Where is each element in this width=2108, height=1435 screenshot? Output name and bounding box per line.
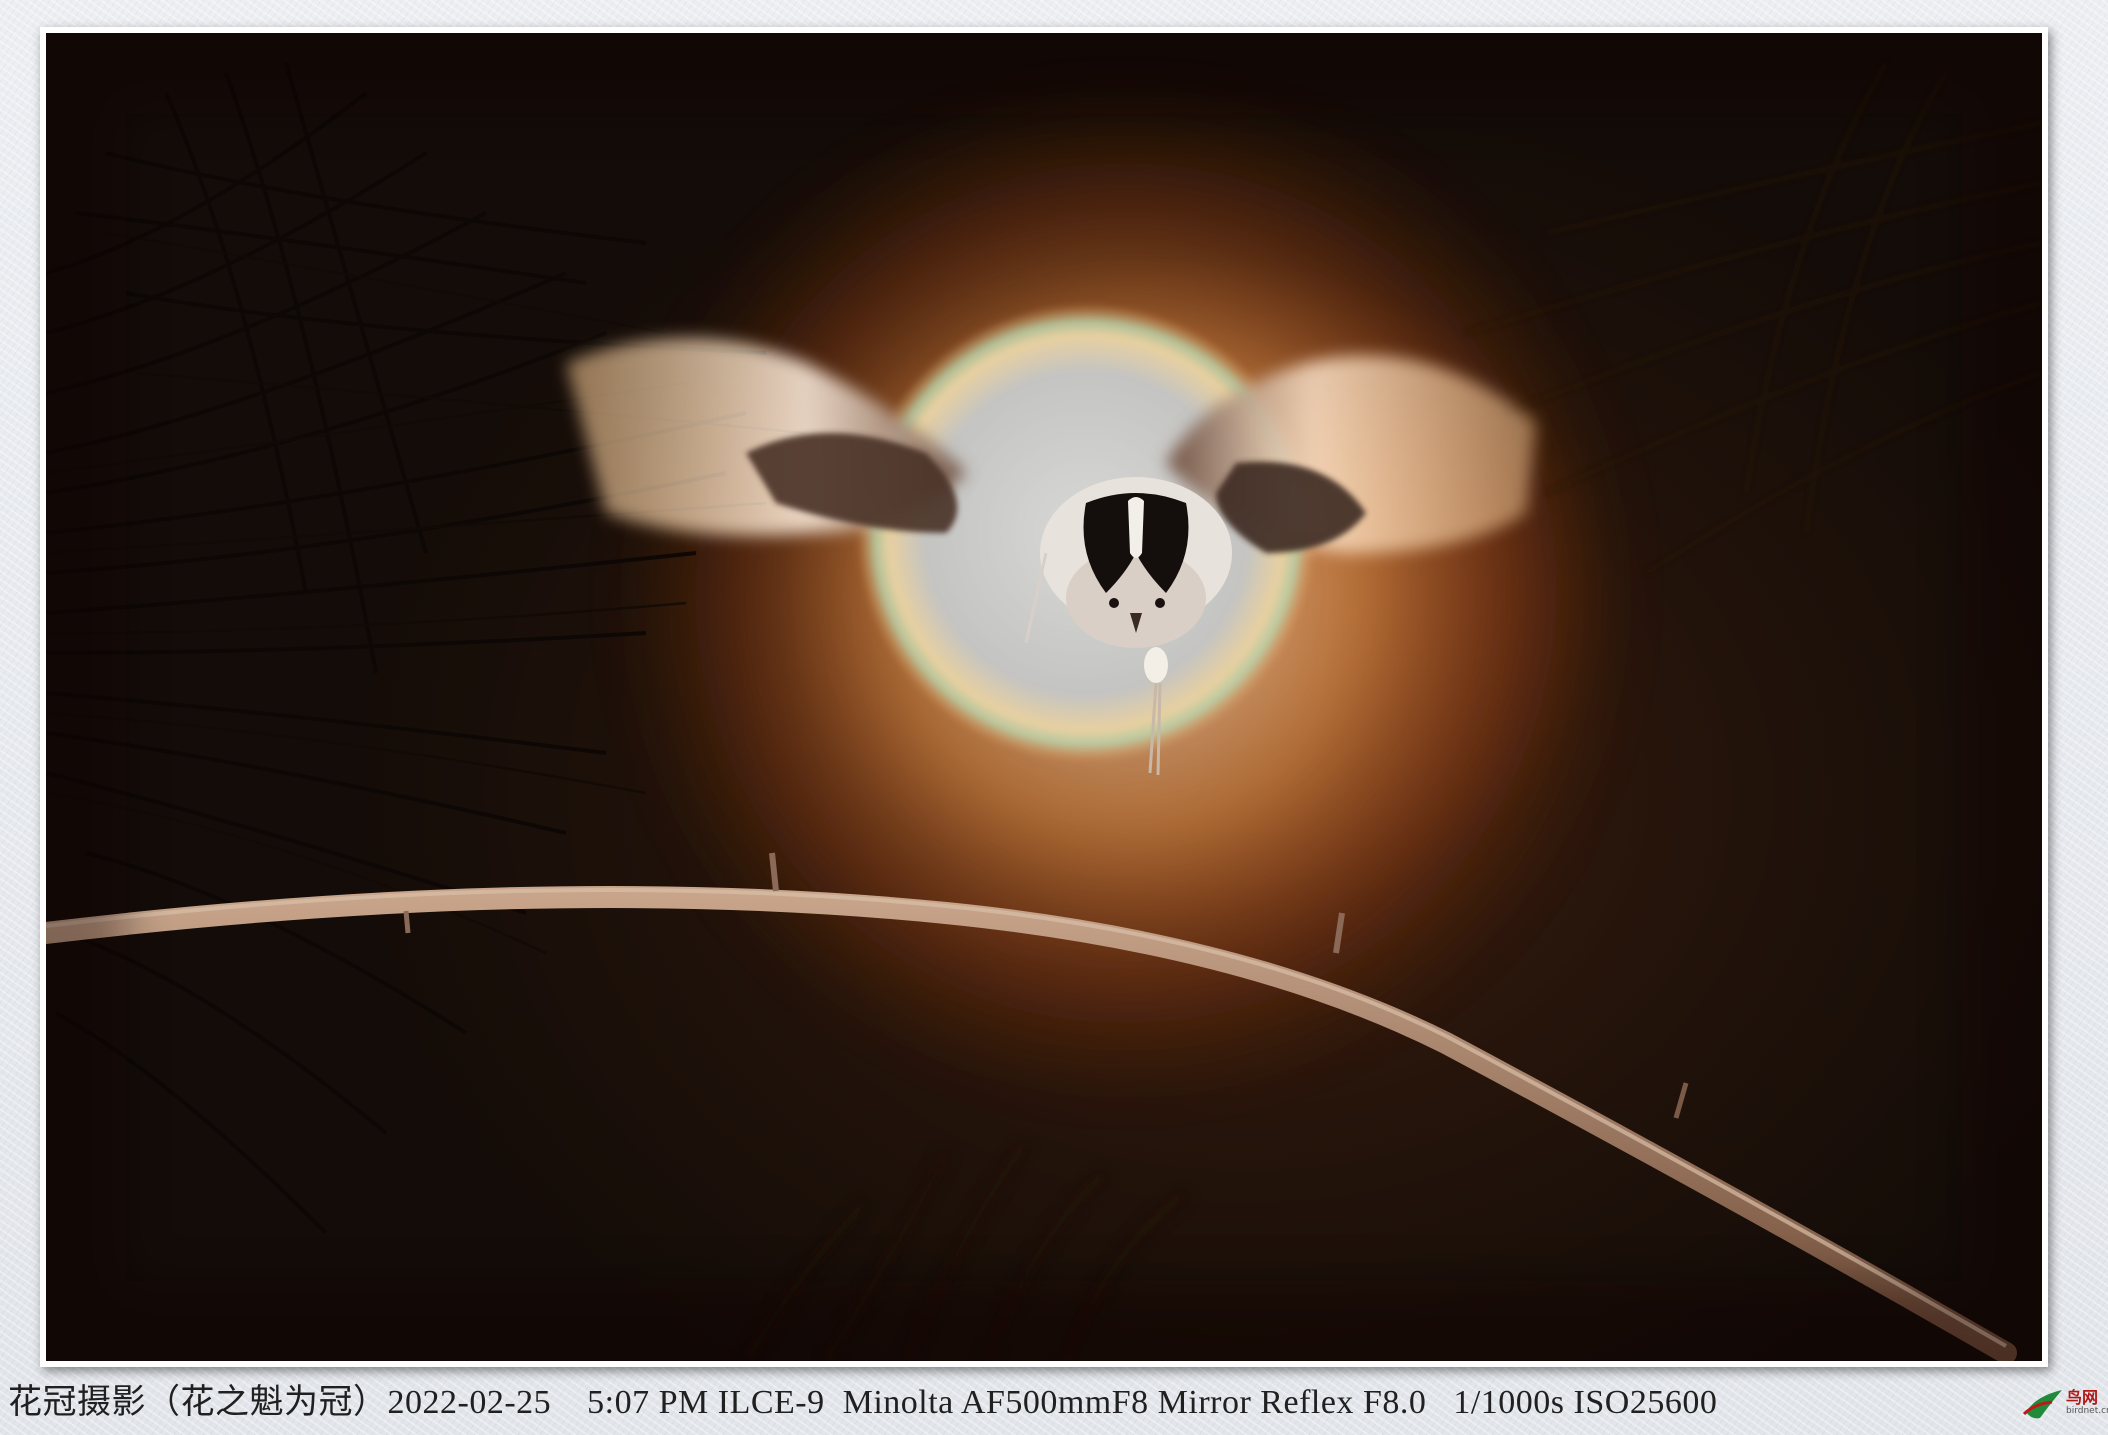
watermark: 鸟网 birdnet.cn: [2022, 1382, 2108, 1426]
caption-time: 5:07 PM: [587, 1384, 709, 1421]
caption-aperture: F8.0: [1362, 1384, 1427, 1421]
watermark-site: birdnet.cn: [2066, 1406, 2108, 1416]
photo-artwork: [46, 33, 2042, 1361]
caption-camera: ILCE-9: [717, 1384, 825, 1421]
page: 花冠摄影（花之魁为冠）2022-02-25 5:07 PM ILCE-9 Min…: [0, 0, 2108, 1435]
caption-author: 花冠摄影（花之魁为冠）: [8, 1384, 388, 1421]
watermark-name: 鸟网: [2066, 1388, 2099, 1407]
caption-lens: Minolta AF500mmF8 Mirror Reflex: [842, 1384, 1354, 1421]
caption-iso: ISO25600: [1573, 1384, 1718, 1421]
exif-caption: 花冠摄影（花之魁为冠）2022-02-25 5:07 PM ILCE-9 Min…: [8, 1382, 1717, 1424]
birdnet-logo-icon: [2022, 1390, 2062, 1419]
caption-shutter: 1/1000s: [1453, 1384, 1565, 1421]
caption-date: 2022-02-25: [387, 1384, 552, 1421]
photo: [46, 33, 2042, 1361]
photo-frame: [40, 27, 2048, 1367]
